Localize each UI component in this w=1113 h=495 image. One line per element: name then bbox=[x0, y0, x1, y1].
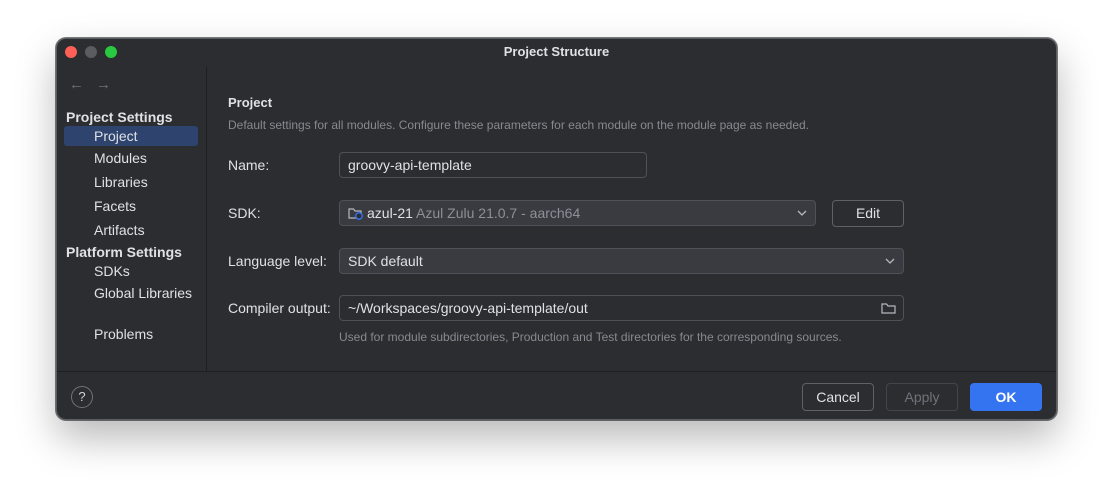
page-description: Default settings for all modules. Config… bbox=[228, 118, 810, 132]
ok-button[interactable]: OK bbox=[970, 383, 1042, 411]
sdk-dropdown[interactable]: azul-21 Azul Zulu 21.0.7 - aarch64 bbox=[339, 200, 816, 226]
name-label: Name: bbox=[228, 157, 270, 173]
sidebar-item-problems[interactable]: Problems bbox=[64, 324, 198, 344]
chevron-down-icon bbox=[797, 201, 807, 233]
sdk-label: SDK: bbox=[228, 205, 261, 221]
language-level-value: SDK default bbox=[348, 253, 423, 269]
sidebar-item-sdks[interactable]: SDKs bbox=[64, 261, 198, 281]
minimize-window-button[interactable] bbox=[85, 46, 97, 58]
folder-icon[interactable] bbox=[881, 296, 896, 328]
sidebar-item-global-libraries[interactable]: Global Libraries bbox=[64, 283, 198, 303]
name-field[interactable]: groovy-api-template bbox=[339, 152, 647, 178]
back-arrow-icon[interactable]: ← bbox=[69, 76, 84, 93]
sdk-version: Azul Zulu 21.0.7 - aarch64 bbox=[416, 205, 581, 221]
title-bar: Project Structure bbox=[57, 39, 1056, 67]
sidebar-item-facets[interactable]: Facets bbox=[64, 196, 198, 216]
cancel-button[interactable]: Cancel bbox=[802, 383, 874, 411]
sidebar-item-libraries[interactable]: Libraries bbox=[64, 172, 198, 192]
project-structure-dialog: Project Structure ← → Project Settings Pr… bbox=[56, 38, 1057, 420]
language-level-dropdown[interactable]: SDK default bbox=[339, 248, 904, 274]
project-settings-panel: Project Default settings for all modules… bbox=[207, 67, 1056, 371]
compiler-output-field[interactable]: ~/Workspaces/groovy-api-template/out bbox=[339, 295, 904, 321]
nav-arrows: ← → bbox=[69, 76, 123, 93]
platform-settings-heading: Platform Settings bbox=[66, 244, 182, 260]
maximize-window-button[interactable] bbox=[105, 46, 117, 58]
chevron-down-icon bbox=[885, 249, 895, 281]
help-button[interactable]: ? bbox=[71, 386, 93, 408]
name-field-value: groovy-api-template bbox=[348, 157, 472, 173]
close-window-button[interactable] bbox=[65, 46, 77, 58]
edit-sdk-button[interactable]: Edit bbox=[832, 200, 904, 227]
apply-button[interactable]: Apply bbox=[886, 383, 958, 411]
sidebar-item-artifacts[interactable]: Artifacts bbox=[64, 220, 198, 240]
sidebar-item-modules[interactable]: Modules bbox=[64, 148, 198, 168]
sidebar: ← → Project Settings Project Modules Libr… bbox=[57, 67, 207, 371]
forward-arrow-icon[interactable]: → bbox=[96, 76, 111, 93]
page-title: Project bbox=[228, 95, 273, 110]
window-title: Project Structure bbox=[503, 44, 610, 59]
sdk-name: azul-21 bbox=[367, 205, 413, 221]
sdk-folder-icon bbox=[348, 203, 364, 227]
compiler-output-label: Compiler output: bbox=[228, 300, 331, 316]
compiler-output-value: ~/Workspaces/groovy-api-template/out bbox=[348, 300, 588, 316]
language-level-label: Language level: bbox=[228, 253, 327, 269]
sidebar-item-project[interactable]: Project bbox=[64, 126, 198, 146]
compiler-output-hint: Used for module subdirectories, Producti… bbox=[339, 330, 842, 344]
dialog-footer: ? Cancel Apply OK bbox=[57, 371, 1056, 419]
project-settings-heading: Project Settings bbox=[66, 109, 173, 125]
